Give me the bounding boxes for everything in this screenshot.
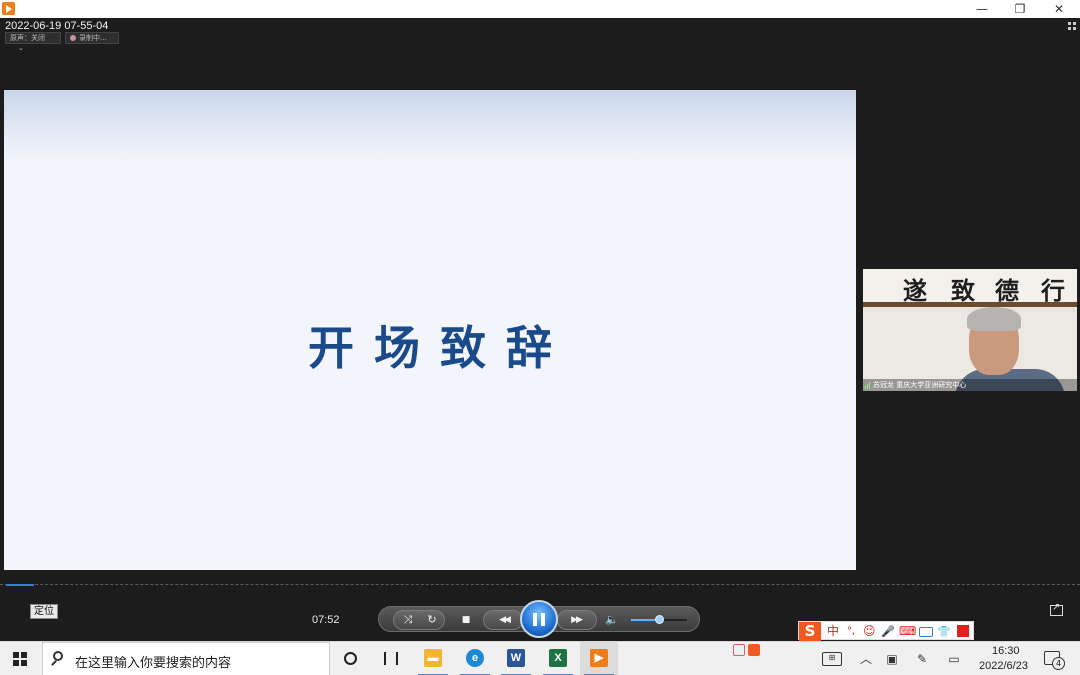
notes-icon[interactable] (733, 644, 745, 656)
cortana-icon (344, 652, 357, 665)
taskbar-file-explorer[interactable]: ▬ (414, 642, 452, 675)
slide-title: 开场致辞 (308, 321, 572, 375)
seek-bar[interactable] (0, 584, 1080, 586)
emoji-icon[interactable]: ☺ (863, 623, 876, 640)
fullscreen-icon[interactable] (1050, 602, 1063, 616)
shuffle-icon[interactable]: ⤨ (399, 611, 417, 629)
taskbar-edge[interactable]: e (456, 642, 494, 675)
notification-count: 4 (1052, 657, 1065, 670)
repeat-icon[interactable]: ↻ (423, 611, 441, 629)
calligraphy-char: 行 (1041, 276, 1065, 305)
edge-icon: e (466, 649, 484, 667)
close-button[interactable]: ✕ (1041, 0, 1077, 18)
rewind-button[interactable]: ◀◀ (487, 611, 521, 629)
participant-hair (967, 307, 1021, 331)
taskbar-word[interactable]: W (497, 642, 535, 675)
cortana-button[interactable] (332, 642, 370, 675)
taskbar-video-player[interactable]: ▶ (580, 642, 618, 675)
excel-icon: X (549, 649, 567, 667)
chevron-down-icon: ⌄ (18, 44, 24, 52)
pen-icon[interactable]: ✎ (914, 652, 930, 666)
microphone-icon[interactable]: 🎤 (881, 623, 895, 640)
input-mode-icon[interactable]: ⊞ (822, 652, 842, 666)
fast-forward-button[interactable]: ▶▶ (559, 611, 593, 629)
recording-timestamp: 2022-06-19 07-55-04 (5, 20, 109, 32)
task-view-button[interactable] (372, 642, 410, 675)
calligraphy-banner: 遂 致 德 行 (863, 269, 1077, 307)
skin-icon[interactable]: 👕 (937, 623, 951, 640)
stop-button[interactable]: ■ (457, 611, 475, 629)
word-icon: W (507, 649, 525, 667)
pause-button[interactable] (520, 600, 558, 638)
security-icon[interactable]: ▣ (884, 652, 900, 666)
display-icon[interactable]: ▭ (946, 652, 962, 666)
taskbar: 在这里输入你要搜索的内容 ▬ e W X ▶ ⊞ ︿ ▣ ✎ ▭ 16:30 2… (0, 641, 1080, 675)
task-view-icon (384, 652, 398, 665)
folder-icon: ▬ (424, 649, 442, 667)
sogou-logo[interactable]: S (799, 622, 821, 641)
signal-strength-icon (865, 382, 871, 389)
ime-mode-toggle[interactable]: 中 (827, 623, 839, 640)
punctuation-icon[interactable]: °, (847, 623, 855, 640)
calligraphy-char: 致 (951, 276, 975, 305)
participant-name-label: 苏冠龙 重庆大学亚洲研究中心 (863, 379, 1077, 391)
start-button[interactable] (13, 652, 27, 666)
search-placeholder: 在这里输入你要搜索的内容 (75, 656, 232, 671)
elapsed-time: 07:52 (312, 614, 340, 626)
title-bar: — ❐ ✕ (0, 0, 1080, 18)
recording-status: 录制中... (65, 32, 119, 44)
taskbar-excel[interactable]: X (539, 642, 577, 675)
app-icon (2, 2, 15, 15)
taskbar-search[interactable]: 在这里输入你要搜索的内容 (42, 642, 330, 675)
layout-grid-icon[interactable] (1068, 22, 1076, 30)
user-card-icon[interactable] (919, 627, 933, 637)
chevron-up-icon[interactable]: ︿ (858, 652, 874, 666)
participant-video[interactable]: 遂 致 德 行 苏冠龙 重庆大学亚洲研究中心 (863, 269, 1077, 391)
ime-toolbar: S 中 °, ☺ 🎤 ⌨ 👕 (798, 621, 974, 641)
audio-toggle-label: 原声：关闭 (10, 34, 45, 42)
calligraphy-char: 德 (995, 276, 1019, 305)
record-dot-icon (70, 35, 76, 41)
recording-status-label: 录制中... (79, 34, 107, 42)
volume-knob[interactable] (655, 615, 664, 624)
minimize-button[interactable]: — (964, 0, 1000, 18)
screen: — ❐ ✕ 2022-06-19 07-55-04 原声：关闭 ⌄ 录制中...… (0, 0, 1080, 675)
locate-button[interactable]: 定位 (30, 604, 58, 619)
volume-icon[interactable]: 🔈 (603, 611, 621, 629)
clock-date[interactable]: 2022/6/23 (979, 660, 1028, 672)
restore-button[interactable]: ❐ (1002, 0, 1038, 18)
keyboard-icon[interactable]: ⌨ (899, 623, 916, 640)
video-player-icon: ▶ (590, 649, 608, 667)
sogou-tray-icon[interactable] (748, 644, 760, 656)
shared-slide: 开场致辞 (4, 90, 856, 570)
seek-bar-progress (6, 584, 34, 586)
search-icon (53, 651, 63, 661)
toolbox-icon[interactable] (957, 625, 969, 637)
audio-toggle[interactable]: 原声：关闭 ⌄ (5, 32, 61, 52)
calligraphy-char: 遂 (903, 276, 927, 305)
clock-time[interactable]: 16:30 (992, 645, 1020, 657)
